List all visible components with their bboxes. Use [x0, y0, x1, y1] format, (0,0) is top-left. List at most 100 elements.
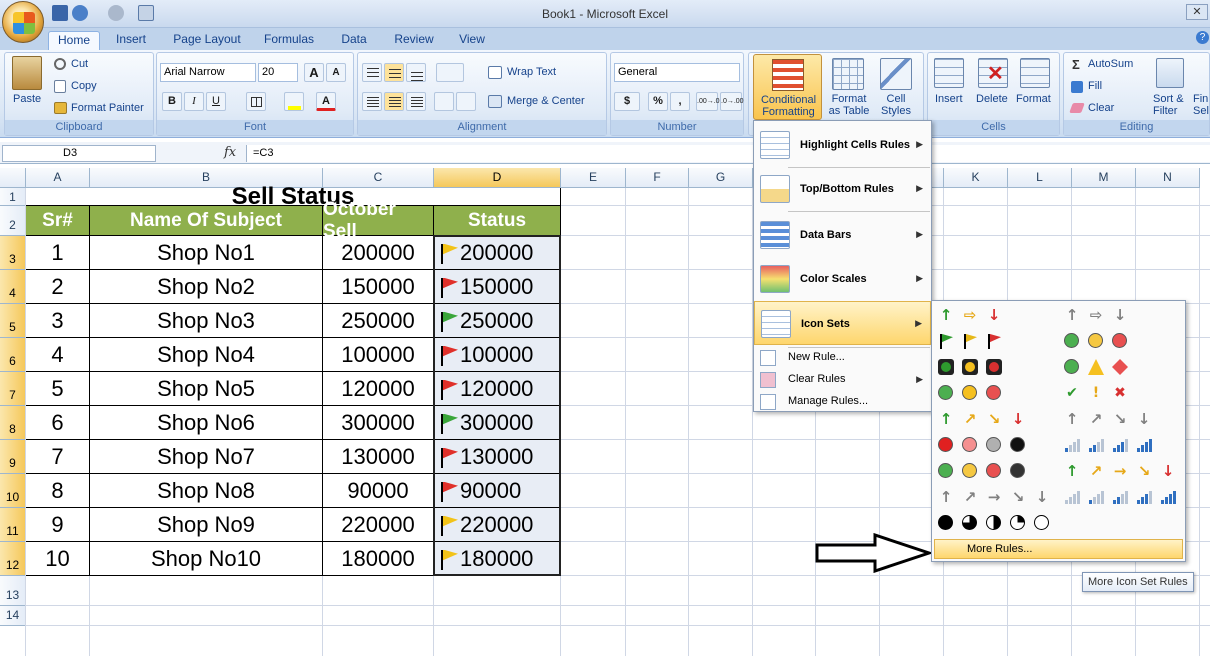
sell-cell[interactable]: 180000 — [323, 542, 434, 576]
tab-formulas[interactable]: Formulas — [258, 31, 320, 50]
column-header-k[interactable]: K — [944, 168, 1008, 188]
column-header-n[interactable]: N — [1136, 168, 1200, 188]
more-rules-button[interactable]: More Rules... — [934, 539, 1183, 559]
sell-cell[interactable]: 90000 — [323, 474, 434, 508]
status-cell[interactable]: 130000 — [434, 440, 561, 474]
window-close-button[interactable]: ✕ — [1186, 4, 1208, 20]
sell-cell[interactable]: 220000 — [323, 508, 434, 542]
autosum-button[interactable]: AutoSum — [1088, 58, 1133, 70]
row-header-5[interactable]: 5 — [0, 304, 26, 338]
fill-color-button[interactable] — [284, 92, 304, 111]
top-align-button[interactable] — [362, 63, 382, 82]
header-cell[interactable]: October Sell — [323, 199, 434, 242]
office-button[interactable] — [2, 1, 44, 43]
shrink-font-button[interactable]: A — [326, 63, 346, 82]
tab-view[interactable]: View — [452, 31, 492, 50]
middle-align-button[interactable] — [384, 63, 404, 82]
sort-filter-icon[interactable] — [1156, 58, 1184, 88]
sr-cell[interactable]: 1 — [26, 236, 90, 270]
menu-item-new-rule[interactable]: New Rule... — [754, 347, 931, 369]
delete-cells-button[interactable]: Delete — [976, 93, 1008, 105]
select-all-corner[interactable] — [0, 168, 26, 188]
align-center-button[interactable] — [384, 92, 404, 111]
name-cell[interactable]: Shop No7 — [90, 440, 323, 474]
status-cell[interactable]: 90000 — [434, 474, 561, 508]
insert-cells-button[interactable]: Insert — [935, 93, 963, 105]
row-header-1[interactable]: 1 — [0, 188, 26, 206]
merge-center-button[interactable]: Merge & Center — [507, 95, 585, 107]
column-header-a[interactable]: A — [26, 168, 90, 188]
bold-button[interactable]: B — [162, 92, 182, 111]
decrease-decimal-button[interactable]: .0→.00 — [720, 92, 744, 111]
row-header-8[interactable]: 8 — [0, 406, 26, 440]
wrap-text-button[interactable]: Wrap Text — [507, 66, 556, 78]
row-header-2[interactable]: 2 — [0, 206, 26, 236]
menu-item-highlight-cells-rules[interactable]: Highlight Cells Rules ▶ — [754, 123, 931, 167]
align-left-button[interactable] — [362, 92, 382, 111]
row-header-3[interactable]: 3 — [0, 236, 26, 270]
column-header-f[interactable]: F — [626, 168, 689, 188]
name-cell[interactable]: Shop No1 — [90, 236, 323, 270]
borders-button[interactable] — [246, 92, 266, 111]
undo-icon[interactable] — [72, 5, 88, 21]
conditional-formatting-button[interactable]: Conditional Formatting — [753, 54, 822, 120]
sell-cell[interactable]: 100000 — [323, 338, 434, 372]
format-as-table-button[interactable]: Format as Table — [824, 93, 874, 117]
redo-icon[interactable] — [108, 5, 124, 21]
row-header-9[interactable]: 9 — [0, 440, 26, 474]
sr-cell[interactable]: 2 — [26, 270, 90, 304]
currency-button[interactable]: $ — [614, 92, 640, 111]
increase-decimal-button[interactable]: .00→.0 — [696, 92, 720, 111]
paste-button[interactable]: Paste — [13, 93, 41, 105]
column-header-l[interactable]: L — [1008, 168, 1072, 188]
sr-cell[interactable]: 3 — [26, 304, 90, 338]
font-size-combo[interactable]: 20 — [258, 63, 298, 82]
tab-home[interactable]: Home — [48, 31, 100, 50]
insert-function-icon[interactable]: fx — [224, 145, 236, 160]
sr-cell[interactable]: 10 — [26, 542, 90, 576]
underline-button[interactable]: U — [206, 92, 226, 111]
print-preview-icon[interactable] — [138, 5, 154, 21]
help-icon[interactable]: ? — [1196, 31, 1209, 44]
save-icon[interactable] — [52, 5, 68, 21]
italic-button[interactable]: I — [184, 92, 204, 111]
column-header-g[interactable]: G — [689, 168, 753, 188]
format-as-table-icon[interactable] — [832, 58, 864, 90]
name-cell[interactable]: Shop No3 — [90, 304, 323, 338]
paste-icon[interactable] — [12, 56, 42, 90]
sell-cell[interactable]: 150000 — [323, 270, 434, 304]
copy-button[interactable]: Copy — [71, 80, 97, 92]
status-cell[interactable]: 120000 — [434, 372, 561, 406]
menu-item-manage-rules[interactable]: Manage Rules... — [754, 391, 931, 413]
menu-item-top-bottom-rules[interactable]: Top/Bottom Rules ▶ — [754, 167, 931, 211]
menu-item-color-scales[interactable]: Color Scales ▶ — [754, 257, 931, 301]
row-header-11[interactable]: 11 — [0, 508, 26, 542]
name-cell[interactable]: Shop No5 — [90, 372, 323, 406]
row-header-4[interactable]: 4 — [0, 270, 26, 304]
row-header-7[interactable]: 7 — [0, 372, 26, 406]
status-cell[interactable]: 180000 — [434, 542, 561, 576]
formula-input[interactable]: =C3 — [246, 145, 1210, 162]
orientation-button[interactable] — [436, 63, 464, 82]
row-header-13[interactable]: 13 — [0, 576, 26, 606]
sr-cell[interactable]: 8 — [26, 474, 90, 508]
format-cells-icon[interactable] — [1020, 58, 1050, 88]
tab-data[interactable]: Data — [334, 31, 374, 50]
sell-cell[interactable]: 130000 — [323, 440, 434, 474]
name-cell[interactable]: Shop No4 — [90, 338, 323, 372]
sr-cell[interactable]: 5 — [26, 372, 90, 406]
menu-item-data-bars[interactable]: Data Bars ▶ — [754, 213, 931, 257]
status-cell[interactable]: 300000 — [434, 406, 561, 440]
sr-cell[interactable]: 6 — [26, 406, 90, 440]
font-name-combo[interactable]: Arial Narrow — [160, 63, 256, 82]
row-header-10[interactable]: 10 — [0, 474, 26, 508]
status-cell[interactable]: 220000 — [434, 508, 561, 542]
sell-cell[interactable]: 300000 — [323, 406, 434, 440]
align-right-button[interactable] — [406, 92, 426, 111]
number-format-combo[interactable]: General — [614, 63, 740, 82]
status-cell[interactable]: 150000 — [434, 270, 561, 304]
font-color-button[interactable]: A — [316, 92, 336, 111]
tab-page-layout[interactable]: Page Layout — [168, 31, 246, 50]
increase-indent-button[interactable] — [456, 92, 476, 111]
row-header-14[interactable]: 14 — [0, 606, 26, 626]
